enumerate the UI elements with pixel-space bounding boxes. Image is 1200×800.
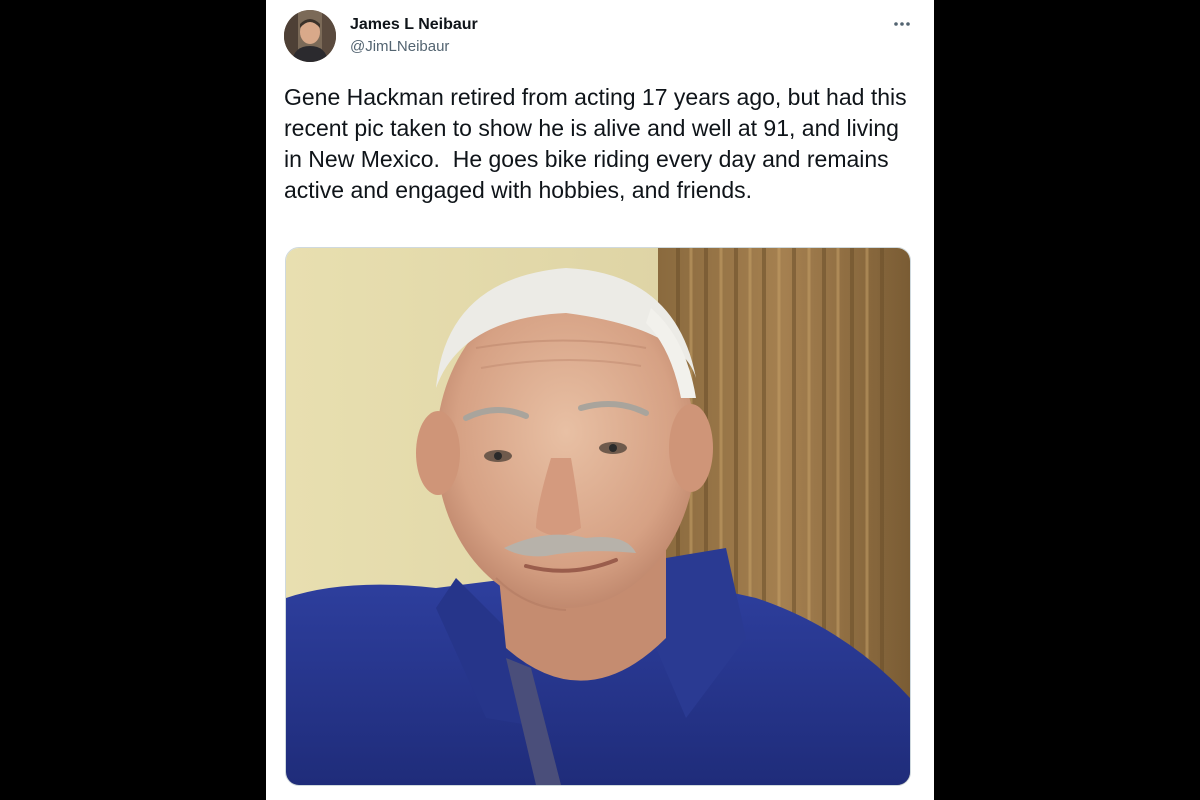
- author-display-name[interactable]: James L Neibaur: [350, 15, 478, 35]
- tweet-photo[interactable]: [285, 247, 911, 786]
- avatar-photo: [284, 10, 336, 62]
- tweet-text: Gene Hackman retired from acting 17 year…: [284, 84, 913, 203]
- more-options-button[interactable]: [890, 14, 914, 34]
- more-options-icon: [894, 22, 910, 26]
- author-handle[interactable]: @JimLNeibaur: [350, 37, 478, 57]
- author-info: James L Neibaur @JimLNeibaur: [350, 15, 478, 57]
- tweet-header: James L Neibaur @JimLNeibaur: [284, 10, 914, 66]
- tweet-card: James L Neibaur @JimLNeibaur Gene Hackma…: [266, 0, 934, 800]
- portrait-photo: [286, 248, 910, 785]
- author-avatar[interactable]: [284, 10, 336, 62]
